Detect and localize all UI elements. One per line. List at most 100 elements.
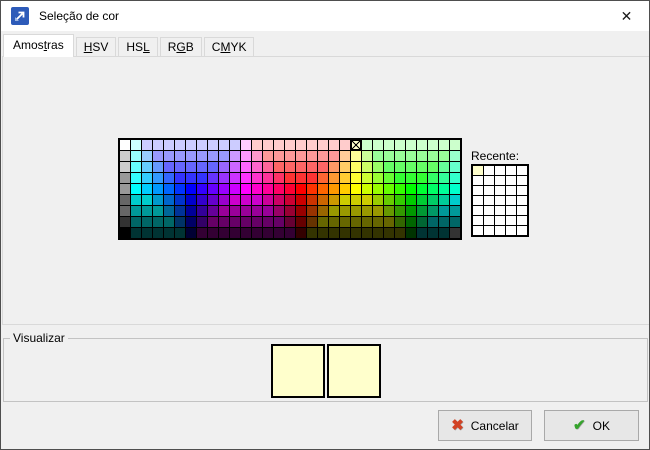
swatch-cell[interactable] (197, 228, 207, 238)
swatch-cell[interactable] (208, 173, 218, 183)
swatch-cell[interactable] (164, 173, 174, 183)
swatch-cell[interactable] (197, 162, 207, 172)
swatch-cell[interactable] (329, 151, 339, 161)
swatch-cell[interactable] (164, 206, 174, 216)
recent-swatch-cell[interactable] (484, 196, 494, 205)
swatch-cell[interactable] (274, 162, 284, 172)
swatch-cell[interactable] (406, 228, 416, 238)
swatch-cell[interactable] (340, 173, 350, 183)
swatch-cell[interactable] (241, 206, 251, 216)
swatch-cell[interactable] (120, 184, 130, 194)
swatch-cell[interactable] (296, 184, 306, 194)
swatch-cell[interactable] (252, 184, 262, 194)
swatch-cell[interactable] (120, 206, 130, 216)
swatch-cell[interactable] (417, 162, 427, 172)
swatch-cell[interactable] (120, 173, 130, 183)
swatch-cell[interactable] (450, 184, 460, 194)
swatch-cell[interactable] (175, 206, 185, 216)
swatch-cell[interactable] (230, 228, 240, 238)
recent-swatch-cell[interactable] (484, 216, 494, 225)
swatch-cell[interactable] (252, 217, 262, 227)
swatch-cell[interactable] (131, 217, 141, 227)
tab-hsv[interactable]: HSV (76, 37, 117, 57)
swatch-cell[interactable] (428, 206, 438, 216)
swatch-cell[interactable] (120, 151, 130, 161)
swatch-cell[interactable] (450, 206, 460, 216)
swatch-cell[interactable] (417, 206, 427, 216)
swatch-cell[interactable] (153, 195, 163, 205)
swatch-cell[interactable] (373, 162, 383, 172)
swatch-cell[interactable] (362, 217, 372, 227)
recent-swatch-cell[interactable] (517, 166, 527, 175)
swatch-cell[interactable] (384, 162, 394, 172)
swatch-cell[interactable] (186, 217, 196, 227)
swatch-cell[interactable] (252, 151, 262, 161)
swatch-cell[interactable] (340, 140, 350, 150)
swatch-cell[interactable] (197, 173, 207, 183)
swatch-cell[interactable] (384, 151, 394, 161)
swatch-cell[interactable] (362, 173, 372, 183)
ok-button[interactable]: ✔ OK (544, 410, 639, 441)
swatch-cell[interactable] (142, 140, 152, 150)
recent-swatch-cell[interactable] (473, 176, 483, 185)
swatch-cell[interactable] (307, 195, 317, 205)
swatch-cell[interactable] (274, 228, 284, 238)
swatch-cell[interactable] (241, 217, 251, 227)
swatch-cell[interactable] (241, 184, 251, 194)
swatch-cell[interactable] (395, 228, 405, 238)
swatch-cell[interactable] (285, 140, 295, 150)
swatch-cell[interactable] (428, 162, 438, 172)
swatch-cell[interactable] (230, 173, 240, 183)
recent-swatch-cell[interactable] (517, 226, 527, 235)
swatch-cell[interactable] (208, 228, 218, 238)
swatch-cell[interactable] (131, 162, 141, 172)
recent-swatch-cell[interactable] (495, 206, 505, 215)
swatch-cell[interactable] (351, 184, 361, 194)
swatch-cell[interactable] (263, 184, 273, 194)
swatch-cell[interactable] (164, 184, 174, 194)
swatch-cell[interactable] (186, 173, 196, 183)
swatch-cell[interactable] (373, 228, 383, 238)
swatch-cell[interactable] (318, 206, 328, 216)
swatch-cell[interactable] (241, 228, 251, 238)
swatch-cell[interactable] (208, 217, 218, 227)
swatch-cell[interactable] (296, 195, 306, 205)
swatch-cell[interactable] (164, 195, 174, 205)
swatch-cell[interactable] (296, 162, 306, 172)
swatch-cell[interactable] (186, 228, 196, 238)
swatch-cell[interactable] (131, 195, 141, 205)
swatch-cell[interactable] (439, 140, 449, 150)
swatch-cell[interactable] (186, 162, 196, 172)
swatch-cell[interactable] (208, 195, 218, 205)
swatch-cell[interactable] (197, 195, 207, 205)
swatch-cell[interactable] (230, 184, 240, 194)
recent-swatch-cell[interactable] (495, 226, 505, 235)
swatch-cell[interactable] (186, 140, 196, 150)
swatch-cell[interactable] (340, 162, 350, 172)
swatch-cell[interactable] (384, 184, 394, 194)
swatch-cell[interactable] (120, 228, 130, 238)
swatch-cell[interactable] (274, 173, 284, 183)
swatch-cell[interactable] (450, 217, 460, 227)
recent-swatch-cell[interactable] (517, 216, 527, 225)
swatch-cell[interactable] (395, 151, 405, 161)
swatch-cell[interactable] (142, 195, 152, 205)
swatch-cell[interactable] (439, 206, 449, 216)
swatch-cell[interactable] (252, 162, 262, 172)
swatch-cell[interactable] (417, 151, 427, 161)
swatch-cell[interactable] (329, 217, 339, 227)
swatch-cell[interactable] (373, 184, 383, 194)
swatch-cell[interactable] (318, 140, 328, 150)
swatch-cell[interactable] (197, 140, 207, 150)
swatch-cell[interactable] (263, 228, 273, 238)
swatch-cell[interactable] (263, 140, 273, 150)
swatch-cell[interactable] (263, 151, 273, 161)
swatch-cell[interactable] (428, 195, 438, 205)
swatch-cell[interactable] (428, 151, 438, 161)
swatch-cell[interactable] (120, 162, 130, 172)
swatch-cell[interactable] (164, 140, 174, 150)
swatch-cell[interactable] (307, 151, 317, 161)
swatch-cell[interactable] (450, 151, 460, 161)
swatch-cell[interactable] (329, 195, 339, 205)
swatch-cell[interactable] (142, 173, 152, 183)
